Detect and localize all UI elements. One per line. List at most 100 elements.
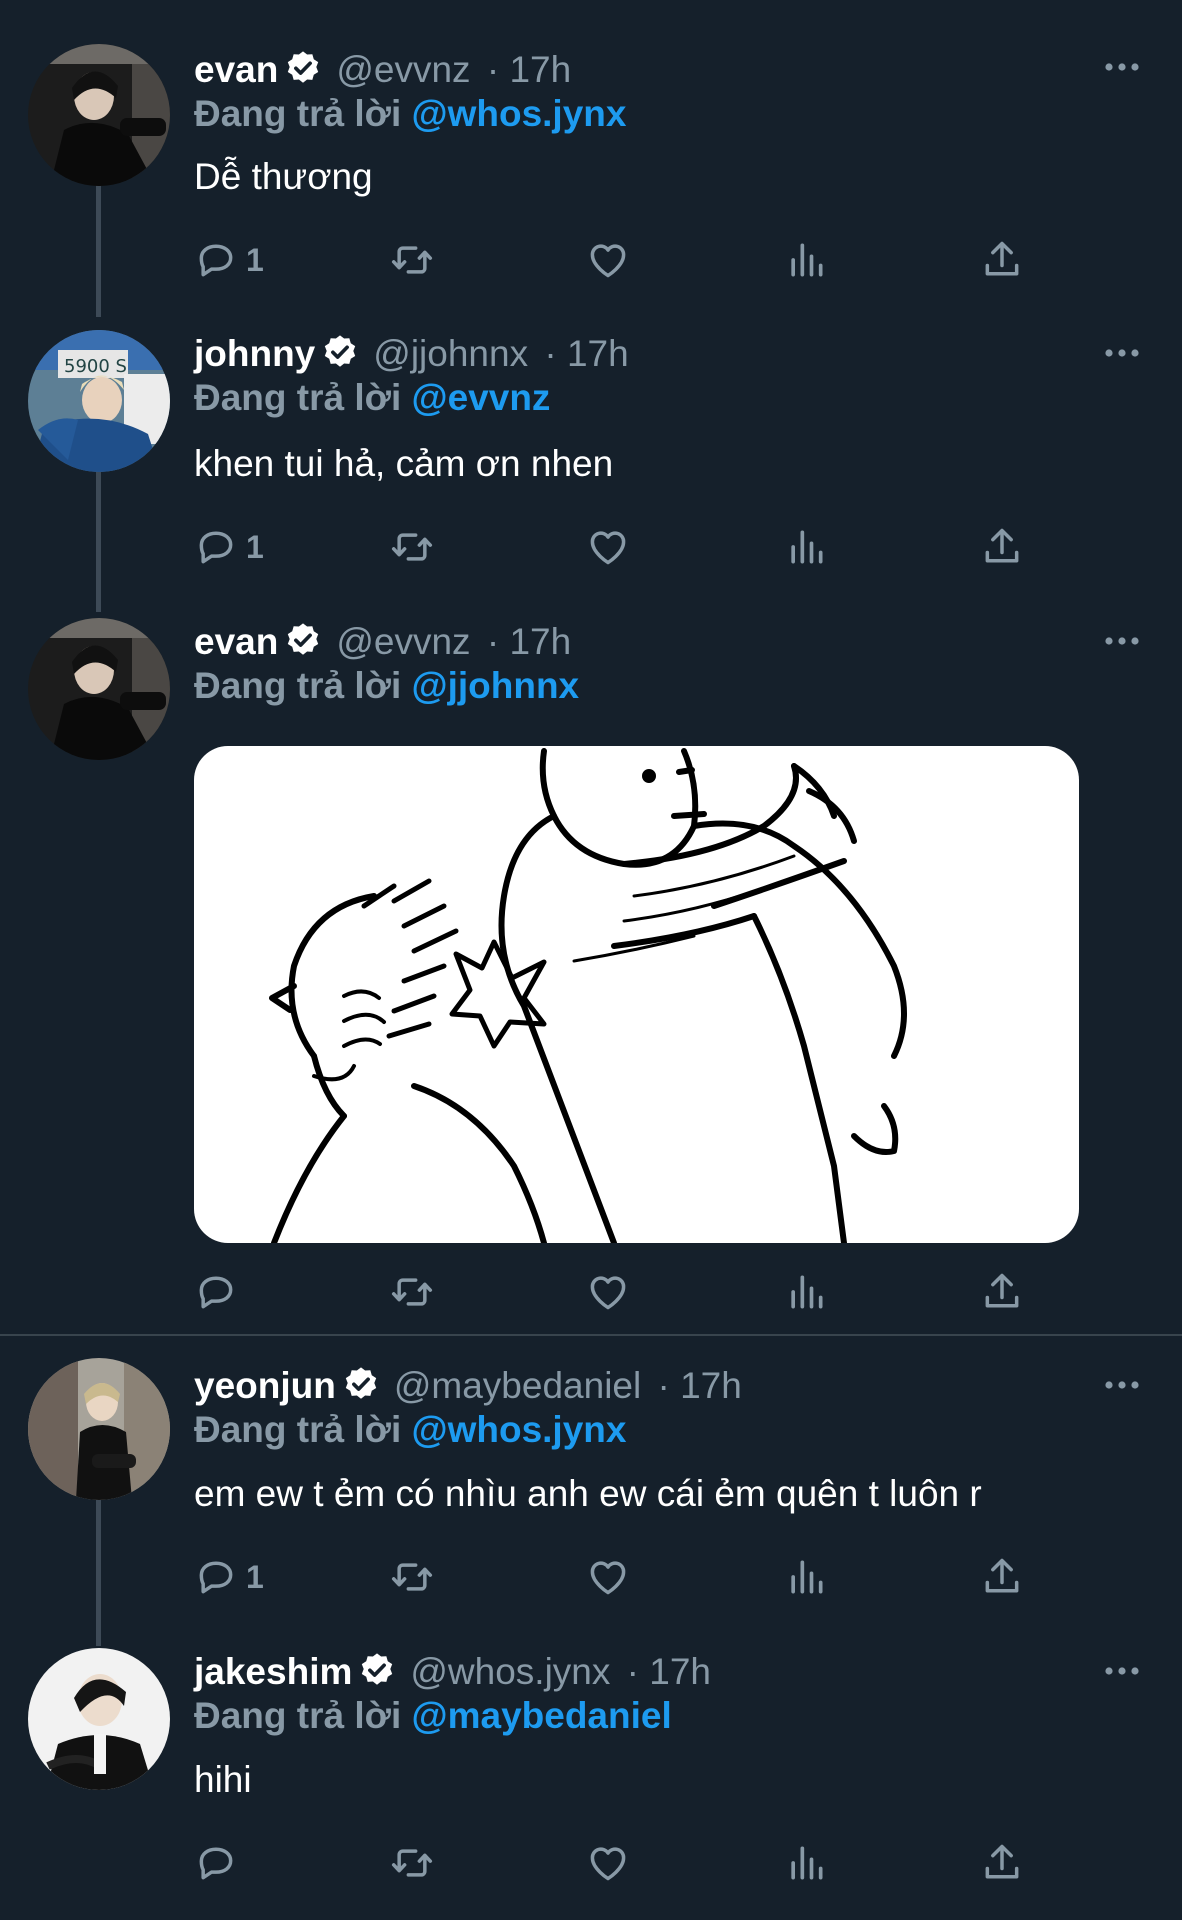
reply-button[interactable]: 1 (194, 1552, 264, 1602)
avatar[interactable] (28, 1648, 170, 1790)
share-icon (980, 1841, 1024, 1885)
share-button[interactable] (980, 522, 1024, 572)
username[interactable]: @maybedaniel (394, 1365, 641, 1406)
display-name[interactable]: evan (194, 49, 278, 90)
timestamp[interactable]: · 17h (487, 621, 571, 662)
timestamp[interactable]: · 17h (658, 1365, 742, 1406)
mention-link[interactable]: @whos.jynx (412, 1409, 627, 1450)
views-button[interactable] (784, 1838, 828, 1888)
reply-icon (194, 525, 238, 569)
like-button[interactable] (586, 1552, 630, 1602)
like-button[interactable] (586, 235, 630, 285)
more-icon[interactable] (1104, 635, 1140, 647)
mention-link[interactable]: @whos.jynx (412, 93, 627, 134)
username[interactable]: @whos.jynx (410, 1651, 610, 1692)
tweet-actions: 1 (194, 235, 1054, 285)
views-icon (784, 525, 828, 569)
more-icon[interactable] (1104, 1379, 1140, 1391)
tweet[interactable]: 5900 S johnny @jjohnnx · 17h Đang trả lời… (0, 290, 1182, 578)
tweet-header: evan @evvnz · 17h (194, 48, 571, 92)
reply-icon (194, 1555, 238, 1599)
tweet-text: Dễ thương (194, 156, 373, 197)
views-button[interactable] (784, 1267, 828, 1317)
tweet-text: hihi (194, 1759, 252, 1800)
more-icon[interactable] (1104, 1665, 1140, 1677)
tweet-actions (194, 1267, 1054, 1317)
avatar[interactable] (28, 618, 170, 760)
tweet[interactable]: evan @evvnz · 17h Đang trả lời @whos.jynx… (0, 0, 1182, 290)
reply-icon (194, 1270, 238, 1314)
retweet-icon (390, 1841, 434, 1885)
heart-icon (586, 1270, 630, 1314)
share-button[interactable] (980, 1838, 1024, 1888)
avatar-image (28, 618, 170, 760)
display-name[interactable]: evan (194, 621, 278, 662)
display-name[interactable]: yeonjun (194, 1365, 336, 1406)
avatar[interactable] (28, 1358, 170, 1500)
more-icon[interactable] (1104, 61, 1140, 73)
reply-button[interactable]: 1 (194, 235, 264, 285)
username[interactable]: @evvnz (336, 49, 470, 90)
heart-icon (586, 525, 630, 569)
replying-to: Đang trả lời @maybedaniel (194, 1694, 672, 1738)
timestamp[interactable]: · 17h (544, 333, 628, 374)
replying-to: Đang trả lời @whos.jynx (194, 1408, 626, 1452)
timestamp[interactable]: · 17h (627, 1651, 711, 1692)
verified-badge-icon (284, 49, 322, 87)
like-button[interactable] (586, 522, 630, 572)
replying-to-label: Đang trả lời (194, 377, 402, 418)
views-icon (784, 1555, 828, 1599)
mention-link[interactable]: @jjohnnx (412, 665, 580, 706)
reply-button[interactable] (194, 1267, 246, 1317)
avatar[interactable] (28, 44, 170, 186)
retweet-button[interactable] (390, 522, 434, 572)
reply-button[interactable] (194, 1838, 246, 1888)
reply-button[interactable]: 1 (194, 522, 264, 572)
views-icon (784, 238, 828, 282)
like-button[interactable] (586, 1838, 630, 1888)
share-icon (980, 238, 1024, 282)
replying-to-label: Đang trả lời (194, 1409, 402, 1450)
share-button[interactable] (980, 235, 1024, 285)
avatar-image (28, 44, 170, 186)
tweet-text: khen tui hả, cảm ơn nhen (194, 443, 614, 484)
tweet-text: em ew t ẻm có nhìu anh ew cái ẻm quên t … (194, 1473, 982, 1514)
views-button[interactable] (784, 522, 828, 572)
mention-link[interactable]: @evvnz (412, 377, 551, 418)
username[interactable]: @jjohnnx (373, 333, 528, 374)
retweet-button[interactable] (390, 1267, 434, 1317)
share-button[interactable] (980, 1552, 1024, 1602)
avatar-image (28, 1648, 170, 1790)
display-name[interactable]: jakeshim (194, 1651, 352, 1692)
tweet-header: johnny @jjohnnx · 17h (194, 332, 629, 376)
comic-slap-image[interactable] (194, 746, 1079, 1243)
views-button[interactable] (784, 235, 828, 285)
heart-icon (586, 1841, 630, 1885)
retweet-button[interactable] (390, 235, 434, 285)
avatar[interactable]: 5900 S (28, 330, 170, 472)
views-button[interactable] (784, 1552, 828, 1602)
retweet-button[interactable] (390, 1552, 434, 1602)
like-button[interactable] (586, 1267, 630, 1317)
username[interactable]: @evvnz (336, 621, 470, 662)
display-name[interactable]: johnny (194, 333, 315, 374)
replying-to-label: Đang trả lời (194, 1695, 402, 1736)
retweet-icon (390, 1555, 434, 1599)
share-icon (980, 1270, 1024, 1314)
retweet-button[interactable] (390, 1838, 434, 1888)
mention-link[interactable]: @maybedaniel (412, 1695, 672, 1736)
reply-icon (194, 1841, 238, 1885)
replying-to: Đang trả lời @jjohnnx (194, 664, 579, 708)
more-icon[interactable] (1104, 347, 1140, 359)
tweet[interactable]: jakeshim @whos.jynx · 17h Đang trả lời @m… (0, 1618, 1182, 1920)
verified-badge-icon (342, 1365, 380, 1403)
verified-badge-icon (321, 333, 359, 371)
timestamp[interactable]: · 17h (487, 49, 571, 90)
share-button[interactable] (980, 1267, 1024, 1317)
tweet-actions: 1 (194, 522, 1054, 572)
heart-icon (586, 238, 630, 282)
reply-count: 1 (246, 528, 264, 565)
tweet[interactable]: yeonjun @maybedaniel · 17h Đang trả lời @… (0, 1336, 1182, 1618)
retweet-icon (390, 238, 434, 282)
tweet-header: evan @evvnz · 17h (194, 620, 571, 664)
